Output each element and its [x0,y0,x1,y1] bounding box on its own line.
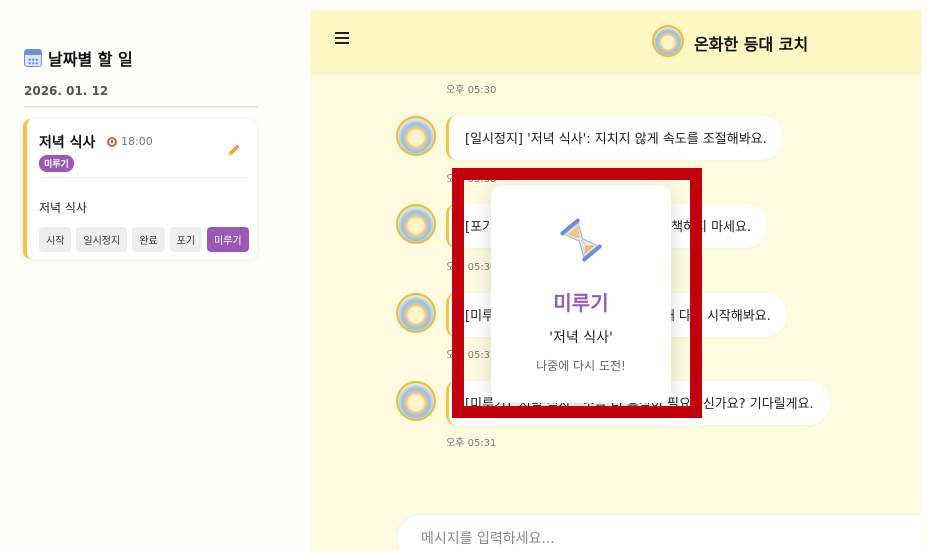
coach-name: 온화한 등대 코치 [694,35,809,54]
start-button[interactable]: 시작 [39,227,72,252]
divider [24,106,258,108]
chat-header: 온화한 등대 코치 [311,10,921,72]
highlight-box [452,168,702,418]
task-actions: 시작 일시정지 완료 포기 미루기 [39,227,249,252]
message-time: 오후 05:31 [446,438,497,449]
postpone-button[interactable]: 미루기 [207,227,249,252]
avatar [396,293,436,333]
pause-button[interactable]: 일시정지 [76,227,128,252]
task-time-label: 18:00 [121,135,153,148]
sidebar: 날짜별 할 일 2026. 01. 12 저녁 식사 18:00 미루기 저녁 … [0,0,280,551]
card-divider [39,177,249,178]
task-name: 저녁 식사 [39,201,87,215]
chat-message: [일시정지] '저녁 식사': 지치지 않게 속도를 조절해봐요. [446,116,783,160]
message-time: 오후 05:30 [446,85,497,96]
pencil-icon[interactable] [225,143,241,159]
give-up-button[interactable]: 포기 [169,227,203,252]
avatar [396,204,436,244]
coach-avatar [652,25,684,57]
avatar [396,116,436,156]
message-input[interactable] [421,531,921,547]
alarm-clock-icon [107,136,117,147]
selected-date: 2026. 01. 12 [24,84,109,98]
sidebar-title: 날짜별 할 일 [24,46,133,70]
sidebar-title-label: 날짜별 할 일 [48,50,133,69]
status-badge: 미루기 [39,155,74,172]
calendar-icon [24,49,42,67]
menu-icon[interactable] [335,32,349,44]
message-input-bar [396,514,921,551]
complete-button[interactable]: 완료 [132,227,165,252]
task-time: 18:00 [107,135,153,148]
avatar [396,381,436,421]
task-card[interactable]: 저녁 식사 18:00 미루기 저녁 식사 시작 일시정지 완료 포기 미루기 [23,119,257,259]
task-title: 저녁 식사 [39,135,96,151]
